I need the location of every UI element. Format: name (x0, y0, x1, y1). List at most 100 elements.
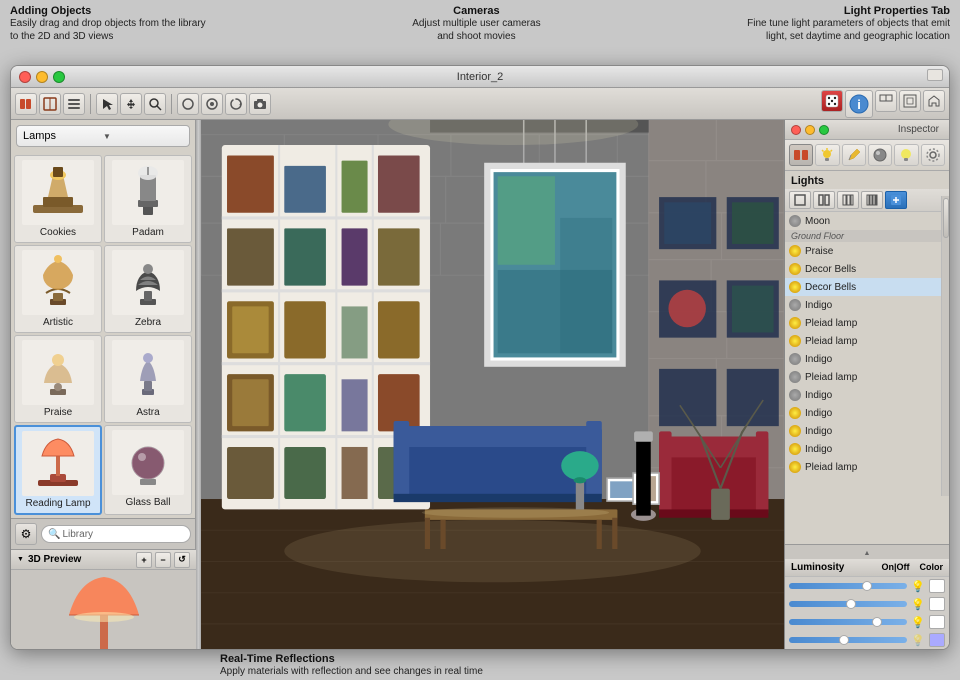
light-item-indigo-6[interactable]: Indigo (785, 440, 949, 458)
lum-thumb-2[interactable] (846, 599, 856, 609)
light-item-decor-bells-2[interactable]: Decor Bells (785, 278, 949, 296)
inspector-close-btn[interactable] (791, 125, 801, 135)
bottom-annotation: Real-Time Reflections Apply materials wi… (10, 649, 950, 678)
lum-row-2: 💡 (785, 595, 949, 613)
lum-color-1[interactable] (929, 579, 945, 593)
library-item-astra[interactable]: Astra (104, 335, 192, 423)
inspector-window-controls (791, 125, 829, 135)
astra-thumb (112, 340, 184, 405)
light-item-indigo-2[interactable]: Indigo (785, 350, 949, 368)
circle-tool-1-btn[interactable] (177, 93, 199, 115)
light-item-pleiad-1[interactable]: Pleiad lamp (785, 314, 949, 332)
zoom-out-btn[interactable]: − (155, 552, 171, 568)
search-label: Library (62, 529, 93, 540)
view3d-btn[interactable] (899, 90, 921, 112)
light-item-moon[interactable]: Moon (785, 212, 949, 230)
info-btn[interactable]: i (845, 90, 873, 118)
light-item-praise[interactable]: Praise (785, 242, 949, 260)
light-properties-annotation: Light Properties Tab Fine tune light par… (747, 5, 950, 65)
maximize-button[interactable] (53, 71, 65, 83)
lum-row-3: 💡 (785, 613, 949, 631)
library-scrollbar[interactable] (941, 196, 949, 496)
zoom-in-btn[interactable]: + (136, 552, 152, 568)
camera-btn[interactable] (249, 93, 271, 115)
inspector-tab-settings[interactable] (921, 144, 945, 166)
inspector-tab-bulb[interactable] (894, 144, 918, 166)
lum-slider-1[interactable] (789, 583, 907, 589)
main-3d-view[interactable] (201, 120, 784, 649)
preview-content (11, 570, 196, 650)
lum-color-4[interactable] (929, 633, 945, 647)
light-item-decor-bells-1[interactable]: Decor Bells (785, 260, 949, 278)
lum-color-2[interactable] (929, 597, 945, 611)
light-item-pleiad-4[interactable]: Pleiad lamp (785, 458, 949, 476)
decor-bells-2-icon (789, 281, 801, 293)
toolbar-list-btn[interactable] (63, 93, 85, 115)
lights-tb-add[interactable] (885, 191, 907, 209)
indigo-2-name: Indigo (805, 354, 832, 365)
object-grid: Cookies Padam Artistic (11, 152, 195, 518)
library-item-reading-lamp[interactable]: Reading Lamp (14, 425, 102, 515)
cameras-title: Cameras (412, 5, 540, 17)
lum-color-3[interactable] (929, 615, 945, 629)
pleiad-3-icon (789, 371, 801, 383)
light-item-pleiad-2[interactable]: Pleiad lamp (785, 332, 949, 350)
indigo-5-icon (789, 425, 801, 437)
library-item-padam[interactable]: Padam (104, 155, 192, 243)
zebra-label: Zebra (135, 317, 161, 328)
view2d-btn[interactable] (875, 90, 897, 112)
inspector-min-btn[interactable] (805, 125, 815, 135)
lum-row-4: 💡 (785, 631, 949, 649)
toolbar-rooms-btn[interactable] (39, 93, 61, 115)
library-item-glass-ball[interactable]: Glass Ball (104, 425, 192, 515)
minimize-button[interactable] (36, 71, 48, 83)
library-panel-bottom: ⚙ 🔍 Library (11, 518, 195, 549)
library-item-zebra[interactable]: Zebra (104, 245, 192, 333)
circle-tool-2-btn[interactable] (201, 93, 223, 115)
library-item-cookies[interactable]: Cookies (14, 155, 102, 243)
cookies-label: Cookies (40, 227, 76, 238)
lum-slider-2[interactable] (789, 601, 907, 607)
lights-tb-grid4[interactable] (861, 191, 883, 209)
lum-slider-4[interactable] (789, 637, 907, 643)
library-item-artistic[interactable]: Artistic (14, 245, 102, 333)
light-item-indigo-5[interactable]: Indigo (785, 422, 949, 440)
dice-btn[interactable] (821, 90, 843, 112)
toolbar-right-group: i (821, 90, 945, 118)
lum-thumb-1[interactable] (862, 581, 872, 591)
lights-header: Lights (785, 171, 949, 189)
reset-view-btn[interactable]: ↺ (174, 552, 190, 568)
lights-tb-grid3[interactable] (837, 191, 859, 209)
luminosity-panel: ▲ Luminosity On|Off Color 💡 (785, 544, 949, 649)
library-item-praise[interactable]: Praise (14, 335, 102, 423)
lum-thumb-4[interactable] (839, 635, 849, 645)
toolbar-objects-btn[interactable] (15, 93, 37, 115)
inspector-tab-pencil[interactable] (842, 144, 866, 166)
indigo-3-name: Indigo (805, 390, 832, 401)
toolbar-sep-1 (90, 94, 91, 114)
lum-thumb-3[interactable] (872, 617, 882, 627)
inspector-tab-objects[interactable] (789, 144, 813, 166)
pan-tool-btn[interactable] (120, 93, 142, 115)
lights-tb-row[interactable] (813, 191, 835, 209)
home-btn[interactable] (923, 90, 945, 112)
light-item-indigo-1[interactable]: Indigo (785, 296, 949, 314)
inspector-tab-light[interactable] (815, 144, 839, 166)
inspector-max-btn[interactable] (819, 125, 829, 135)
inspector-tab-material[interactable] (868, 144, 892, 166)
lum-collapse-btn[interactable]: ▲ (785, 545, 949, 559)
lights-tb-single[interactable] (789, 191, 811, 209)
light-item-indigo-4[interactable]: Indigo (785, 404, 949, 422)
close-button[interactable] (19, 71, 31, 83)
library-search[interactable]: 🔍 Library (41, 525, 191, 543)
lum-slider-3[interactable] (789, 619, 907, 625)
refresh-btn[interactable] (225, 93, 247, 115)
select-tool-btn[interactable] (96, 93, 118, 115)
light-item-pleiad-3[interactable]: Pleiad lamp (785, 368, 949, 386)
scrollbar-thumb[interactable] (943, 198, 949, 238)
padam-thumb (112, 160, 184, 225)
light-item-indigo-3[interactable]: Indigo (785, 386, 949, 404)
zoom-tool-btn[interactable] (144, 93, 166, 115)
gear-button[interactable]: ⚙ (15, 523, 37, 545)
library-dropdown[interactable]: Lamps ▼ (16, 125, 190, 147)
